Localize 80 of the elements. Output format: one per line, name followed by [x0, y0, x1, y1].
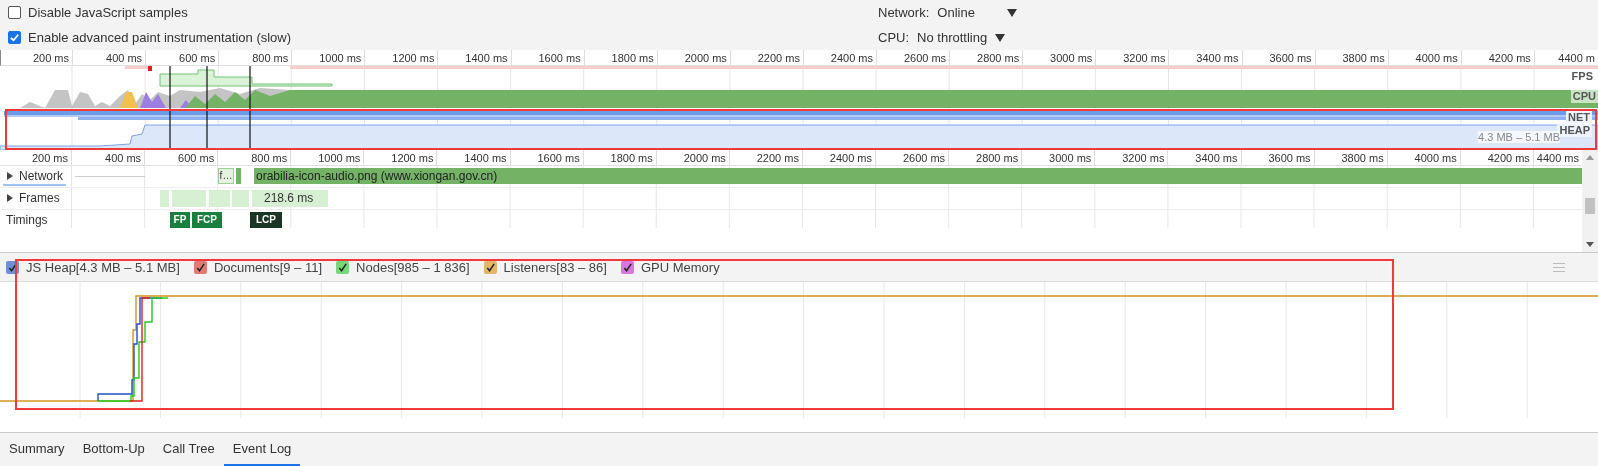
request-bar[interactable]: orabilia-icon-audio.png (www.xiongan.gov.cn) — [254, 168, 1582, 184]
throttle-label: Network: — [878, 5, 930, 20]
panel-tab[interactable]: Bottom-Up — [73, 433, 154, 466]
tick-label: 3400 ms — [1195, 151, 1238, 164]
tick-label: 3800 ms — [1342, 51, 1385, 64]
throttle-dropdown[interactable]: Online — [937, 5, 1018, 20]
tick-label: 800 ms — [252, 51, 289, 64]
tick-label: 1400 ms — [465, 51, 508, 64]
tick-label: 1600 ms — [538, 51, 581, 64]
checkbox-label: Enable advanced paint instrumentation (slow) — [28, 30, 292, 45]
tick-label: 400 ms — [105, 151, 142, 164]
tick-label: 1200 ms — [392, 51, 435, 64]
tick-label: 2600 ms — [902, 151, 946, 164]
counter-label: Nodes[985 – 1 836] — [356, 259, 470, 275]
tick-label: 4400 ms — [1536, 151, 1579, 164]
checkbox[interactable] — [8, 31, 21, 44]
caret-icon — [995, 33, 1006, 42]
tick-label: 1000 ms — [318, 151, 361, 164]
tick-label: 1600 ms — [537, 151, 580, 164]
expand-icon[interactable] — [6, 172, 14, 180]
tick-label: 800 ms — [251, 151, 288, 164]
tick-label: 1800 ms — [610, 151, 653, 164]
request-line — [75, 176, 145, 177]
track-name[interactable]: Timings — [6, 212, 48, 228]
expand-icon[interactable] — [6, 194, 14, 202]
tick-label: 3000 ms — [1050, 51, 1093, 64]
tick-label: 3600 ms — [1268, 151, 1311, 164]
tick-label: 3200 ms — [1123, 51, 1166, 64]
tick-label: 3400 ms — [1196, 51, 1239, 64]
timing-marker[interactable]: FCP — [192, 212, 222, 228]
tick-label: 2400 ms — [830, 51, 874, 64]
tick-label: 4200 ms — [1487, 151, 1530, 164]
scrollbar-thumb[interactable] — [1585, 198, 1595, 214]
timing-marker[interactable]: FP — [170, 212, 190, 228]
tick-label: 2600 ms — [903, 51, 947, 64]
track-label: NET — [1566, 111, 1592, 123]
track-name[interactable]: Frames — [19, 190, 60, 206]
request-bar[interactable]: f… — [218, 168, 234, 184]
timing-marker[interactable]: LCP — [250, 212, 282, 228]
tick-label: 3600 ms — [1269, 51, 1312, 64]
checkbox-label: Disable JavaScript samples — [28, 5, 188, 20]
tick-label: 200 ms — [32, 51, 69, 64]
checkbox[interactable] — [8, 6, 21, 19]
track-label: CPU — [1570, 90, 1598, 103]
tick-label: 2400 ms — [829, 151, 873, 164]
tick-label: 2800 ms — [977, 51, 1020, 64]
tick-label: 2000 ms — [683, 151, 726, 164]
throttle-dropdown[interactable]: No throttling — [917, 30, 1006, 45]
tick-label: 1200 ms — [391, 151, 434, 164]
scroll-down-icon[interactable] — [1586, 242, 1594, 247]
tick-label: 4400 m — [1558, 51, 1595, 64]
panel-tab[interactable]: Call Tree — [153, 433, 224, 466]
counter-label: JS Heap[4.3 MB – 5.1 MB] — [26, 259, 180, 275]
heap-range: 4.3 MB – 5.1 MB — [1478, 131, 1560, 143]
counter-label: Listeners[83 – 86] — [503, 259, 607, 275]
counter-label: GPU Memory — [640, 259, 720, 275]
tick-label: 200 ms — [31, 151, 68, 164]
tick-label: 3800 ms — [1341, 151, 1384, 164]
tick-label: 2800 ms — [976, 151, 1019, 164]
tick-label: 400 ms — [106, 51, 143, 64]
tick-label: 2200 ms — [757, 51, 800, 64]
tick-label: 2000 ms — [684, 51, 727, 64]
frame-block[interactable]: 218.6 ms — [252, 190, 328, 207]
caret-icon — [1007, 8, 1018, 17]
throttle-label: CPU: — [878, 30, 910, 45]
panel-tab[interactable]: Summary — [0, 433, 74, 466]
tick-label: 600 ms — [178, 151, 215, 164]
tick-label: 600 ms — [179, 51, 216, 64]
tick-label: 1400 ms — [464, 151, 507, 164]
tick-label: 2200 ms — [756, 151, 799, 164]
counter-label: Documents[9 – 11] — [213, 259, 323, 275]
panel-tab[interactable]: Event Log — [223, 433, 301, 466]
tick-label: 3000 ms — [1049, 151, 1092, 164]
tick-label: 1800 ms — [611, 51, 654, 64]
tick-label: 4000 ms — [1415, 51, 1458, 64]
tick-label: 3200 ms — [1122, 151, 1165, 164]
tick-label: 1000 ms — [319, 51, 362, 64]
track-label: FPS — [1570, 70, 1594, 83]
tick-label: 4000 ms — [1414, 151, 1457, 164]
tick-label: 4200 ms — [1488, 51, 1531, 64]
